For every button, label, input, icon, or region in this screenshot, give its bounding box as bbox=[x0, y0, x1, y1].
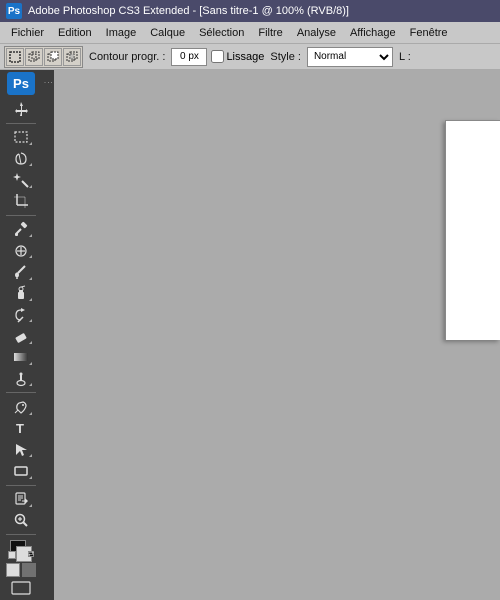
type-tool[interactable]: T bbox=[8, 419, 34, 438]
toolbar-separator-4 bbox=[6, 485, 36, 486]
add-selection-btn[interactable] bbox=[25, 48, 43, 66]
lissage-checkbox[interactable] bbox=[211, 50, 224, 63]
menu-edition[interactable]: Edition bbox=[51, 25, 99, 41]
screen-mode-btn[interactable] bbox=[11, 581, 31, 598]
lissage-text: Lissage bbox=[226, 51, 264, 63]
window-title: Adobe Photoshop CS3 Extended - [Sans tit… bbox=[28, 5, 349, 17]
app-logo: Ps bbox=[6, 3, 22, 19]
menu-selection[interactable]: Sélection bbox=[192, 25, 251, 41]
menu-calque[interactable]: Calque bbox=[143, 25, 192, 41]
magic-wand-tool[interactable] bbox=[8, 170, 34, 189]
lissage-label[interactable]: Lissage bbox=[211, 50, 264, 63]
options-bar: Contour progr. : Lissage Style : Normal … bbox=[0, 44, 500, 70]
zoom-tool[interactable] bbox=[8, 511, 34, 530]
stamp-tool[interactable] bbox=[8, 284, 34, 303]
toolbar-separator-5 bbox=[6, 534, 36, 535]
toolbar-separator-2 bbox=[6, 215, 36, 216]
healing-tool[interactable] bbox=[8, 241, 34, 260]
canvas-area: ⋮ bbox=[42, 70, 500, 600]
shape-tool[interactable] bbox=[8, 461, 34, 480]
menu-affichage[interactable]: Affichage bbox=[343, 25, 403, 41]
left-drag-handle: ⋮ bbox=[42, 70, 54, 600]
l-label: L : bbox=[397, 51, 413, 63]
contour-input[interactable] bbox=[171, 48, 207, 66]
eraser-tool[interactable] bbox=[8, 326, 34, 345]
history-brush-tool[interactable] bbox=[8, 305, 34, 324]
menu-fichier[interactable]: Fichier bbox=[4, 25, 51, 41]
normal-mode-btn[interactable] bbox=[6, 563, 20, 577]
menu-filtre[interactable]: Filtre bbox=[251, 25, 289, 41]
toolbar-ps-logo: Ps bbox=[7, 72, 35, 95]
main-layout: Ps bbox=[0, 70, 500, 600]
canvas-document[interactable] bbox=[445, 120, 500, 340]
brush-tool[interactable] bbox=[8, 262, 34, 281]
move-tool[interactable] bbox=[8, 100, 34, 119]
quickmask-btn[interactable] bbox=[22, 563, 36, 577]
selection-mode-group bbox=[4, 46, 83, 68]
pen-tool[interactable] bbox=[8, 397, 34, 416]
mask-mode bbox=[6, 563, 36, 577]
toolbar-separator-1 bbox=[6, 123, 36, 124]
contour-label: Contour progr. : bbox=[87, 51, 167, 63]
style-select[interactable]: Normal Proportionnel Fixe bbox=[307, 47, 393, 67]
notes-tool[interactable] bbox=[8, 489, 34, 508]
crop-tool[interactable] bbox=[8, 192, 34, 211]
gradient-tool[interactable] bbox=[8, 348, 34, 367]
left-toolbar: Ps bbox=[0, 70, 42, 600]
new-selection-btn[interactable] bbox=[6, 48, 24, 66]
dodge-tool[interactable] bbox=[8, 369, 34, 388]
marquee-tool[interactable] bbox=[8, 128, 34, 147]
lasso-tool[interactable] bbox=[8, 149, 34, 168]
menu-fenetre[interactable]: Fenêtre bbox=[403, 25, 455, 41]
svg-text:T: T bbox=[16, 421, 24, 436]
title-bar: Ps Adobe Photoshop CS3 Extended - [Sans … bbox=[0, 0, 500, 22]
menu-bar: FichierEditionImageCalqueSélectionFiltre… bbox=[0, 22, 500, 44]
menu-image[interactable]: Image bbox=[99, 25, 144, 41]
intersect-selection-btn[interactable] bbox=[63, 48, 81, 66]
eyedropper-tool[interactable] bbox=[8, 220, 34, 239]
toolbar-separator-3 bbox=[6, 392, 36, 393]
path-select-tool[interactable] bbox=[8, 440, 34, 459]
subtract-selection-btn[interactable] bbox=[44, 48, 62, 66]
color-swatch[interactable]: ⇄ bbox=[8, 540, 34, 559]
menu-analyse[interactable]: Analyse bbox=[290, 25, 343, 41]
style-label: Style : bbox=[268, 51, 303, 63]
